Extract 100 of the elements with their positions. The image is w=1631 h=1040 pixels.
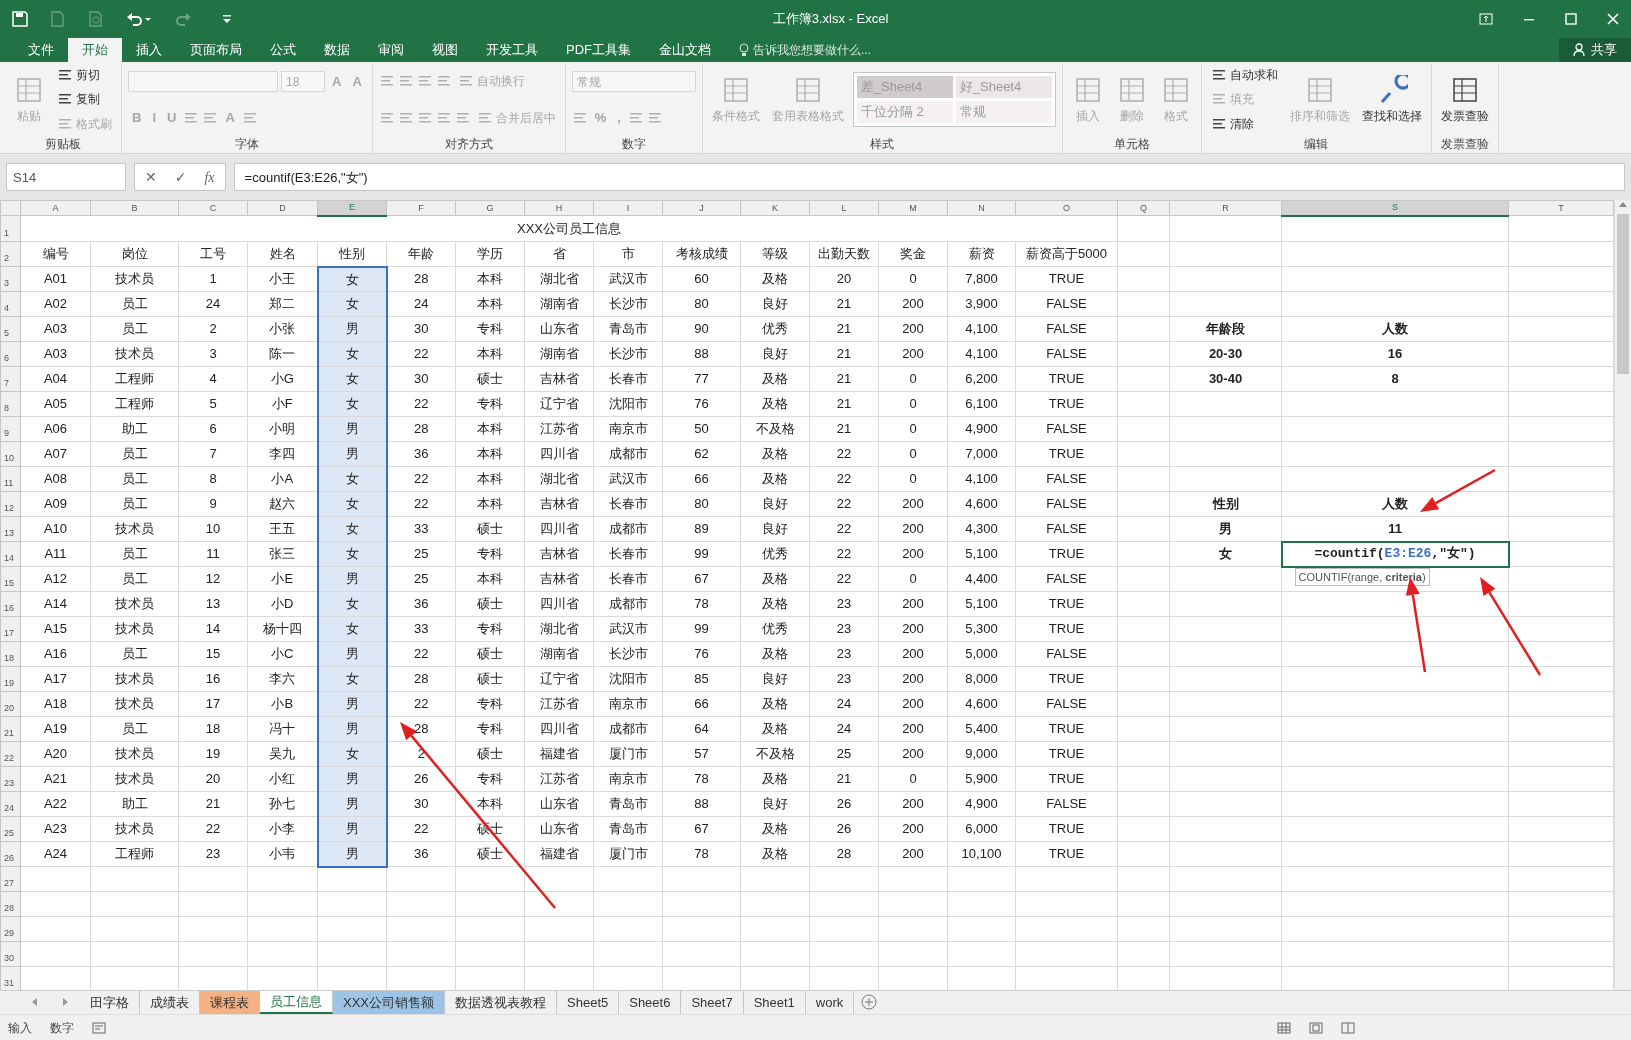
column-header[interactable]: N [947,200,1016,216]
row-number[interactable]: 3 [0,266,21,292]
sheet-tab[interactable]: 员工信息 [260,991,333,1014]
row-number[interactable]: 25 [0,816,21,842]
insert-function-button[interactable]: fx [204,166,215,188]
column-header[interactable]: B [90,200,179,216]
ribbon-button[interactable]: 自动求和 [1207,65,1281,86]
formula-field[interactable]: =countif(E3:E26,"女") [233,163,1625,191]
group-label: 编辑 [1303,136,1330,153]
row-number[interactable]: 27 [0,866,21,892]
row-number[interactable]: 24 [0,791,21,817]
sheet-tab[interactable]: XXX公司销售额 [333,991,445,1014]
column-header[interactable]: R [1169,200,1282,216]
row-number[interactable]: 12 [0,491,21,517]
column-header[interactable]: H [524,200,594,216]
ribbon-tab[interactable]: PDF工具集 [552,38,645,62]
row-number[interactable]: 4 [0,291,21,317]
ribbon-button[interactable]: 查找和选择 [1358,72,1425,127]
column-header[interactable]: T [1508,200,1614,216]
page-break-icon[interactable] [1341,1021,1355,1034]
ribbon-display-icon[interactable] [1479,13,1493,25]
ribbon-tab[interactable]: 数据 [310,38,364,62]
row-number[interactable]: 18 [0,641,21,667]
share-button[interactable]: 共享 [1559,38,1631,62]
close-icon[interactable] [1607,13,1619,25]
name-box[interactable]: S14 [6,163,126,191]
row-number[interactable]: 23 [0,766,21,792]
undo-icon[interactable] [126,11,152,27]
column-header[interactable]: D [247,200,318,216]
row-number[interactable]: 20 [0,691,21,717]
column-header[interactable]: G [455,200,525,216]
preview-icon[interactable] [88,11,104,27]
row-number[interactable]: 29 [0,916,21,942]
column-header[interactable]: L [809,200,879,216]
ribbon-button[interactable]: 清除 [1207,113,1257,134]
enter-button[interactable]: ✓ [174,166,187,188]
row-number[interactable]: 31 [0,966,21,990]
column-header[interactable]: J [662,200,741,216]
column-header[interactable]: O [1015,200,1118,216]
table-cell: 200 [878,516,948,542]
row-number[interactable]: 6 [0,341,21,367]
table-cell: 助工 [90,791,179,817]
row-number[interactable]: 21 [0,716,21,742]
table-cell: 22 [386,466,456,492]
save-icon[interactable] [12,11,28,27]
ribbon-tab[interactable]: 文件 [14,38,68,62]
ribbon-button[interactable]: 发票查验 [1437,72,1492,127]
ribbon-tab[interactable]: 插入 [122,38,176,62]
column-header[interactable]: A [20,200,91,216]
row-number[interactable]: 8 [0,391,21,417]
sheet-tab[interactable]: 课程表 [200,991,260,1014]
ribbon-button[interactable]: 剪切 [54,65,103,86]
tell-me-field[interactable]: 告诉我您想要做什么... [753,41,871,59]
ribbon-tab[interactable]: 开发工具 [472,38,552,62]
column-header[interactable]: C [178,200,248,216]
row-number[interactable]: 26 [0,841,21,867]
column-header[interactable]: M [878,200,948,216]
ribbon-tab[interactable]: 审阅 [364,38,418,62]
table-cell: 22 [386,391,456,417]
row-number[interactable]: 7 [0,366,21,392]
ribbon-button[interactable]: 复制 [54,89,103,110]
row-number[interactable]: 2 [0,241,21,267]
column-header[interactable]: Q [1117,200,1170,216]
ribbon-tab[interactable]: 页面布局 [176,38,256,62]
maximize-icon[interactable] [1565,13,1577,25]
row-number[interactable]: 17 [0,616,21,642]
document-icon[interactable] [50,11,66,27]
ribbon-tab[interactable]: 金山文档 [645,38,725,62]
cancel-button[interactable]: ✕ [145,166,157,188]
ribbon-tab[interactable]: 公式 [256,38,310,62]
row-number[interactable]: 14 [0,541,21,567]
column-header[interactable]: K [740,200,810,216]
row-number[interactable]: 15 [0,566,21,592]
row-number[interactable]: 19 [0,666,21,692]
column-header[interactable]: S [1281,200,1509,216]
row-number[interactable]: 1 [0,215,21,242]
table-cell: 岗位 [90,241,179,267]
column-header[interactable]: F [386,200,456,216]
row-number[interactable]: 28 [0,891,21,917]
row-number[interactable]: 10 [0,441,21,467]
scroll-thumb[interactable] [1617,214,1629,374]
macro-icon[interactable] [92,1021,106,1034]
column-header[interactable]: I [593,200,663,216]
page-layout-icon[interactable] [1309,1021,1323,1034]
column-header[interactable]: E [317,200,387,216]
row-number[interactable]: 22 [0,741,21,767]
row-number[interactable]: 9 [0,416,21,442]
table-cell: 23 [178,841,248,867]
normal-view-icon[interactable] [1277,1021,1291,1034]
row-number[interactable]: 13 [0,516,21,542]
row-number[interactable]: 30 [0,941,21,967]
ribbon-tab[interactable]: 开始 [68,38,122,62]
table-cell: TRUE [1015,666,1118,692]
row-number[interactable]: 16 [0,591,21,617]
ribbon-tab[interactable]: 视图 [418,38,472,62]
customize-icon[interactable] [222,14,232,24]
table-cell: 21 [809,291,879,317]
row-number[interactable]: 5 [0,316,21,342]
row-number[interactable]: 11 [0,466,21,492]
table-cell: 优秀 [740,316,810,342]
